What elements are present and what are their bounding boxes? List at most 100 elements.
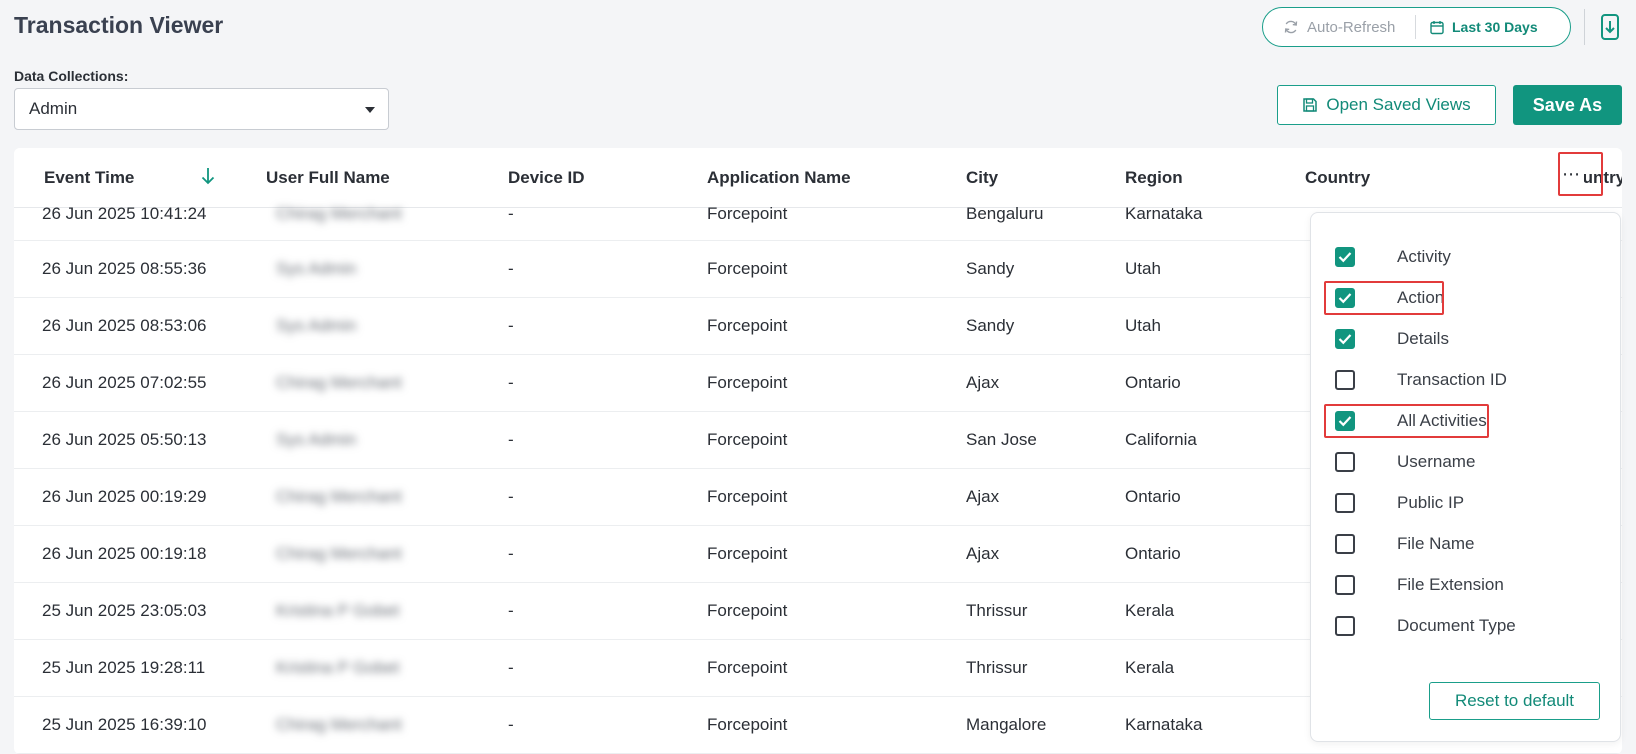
cell-city: Thrissur xyxy=(966,601,1028,620)
cell-event-time: 25 Jun 2025 23:05:03 xyxy=(42,601,207,620)
cell-application-name: Forcepoint xyxy=(707,544,788,563)
export-button[interactable] xyxy=(1598,12,1624,42)
column-option-public-ip[interactable]: Public IP xyxy=(1335,491,1464,515)
data-collections-select[interactable]: Admin xyxy=(14,88,389,130)
cell-event-time: 25 Jun 2025 16:39:10 xyxy=(42,715,207,734)
cell-application-name: Forcepoint xyxy=(707,259,788,278)
cell-device-id: - xyxy=(508,544,514,563)
cell-application-name: Forcepoint xyxy=(707,658,788,677)
highlight-box-column-options xyxy=(1558,152,1603,196)
data-collections-label: Data Collections: xyxy=(14,68,129,84)
column-header-region[interactable]: Region xyxy=(1125,168,1183,188)
checkbox[interactable] xyxy=(1335,493,1355,513)
cell-application-name: Forcepoint xyxy=(707,430,788,449)
column-option-label: File Extension xyxy=(1397,575,1504,594)
cell-user-name: Kristina P Gobet xyxy=(276,658,400,677)
column-header-city[interactable]: City xyxy=(966,168,998,188)
cell-device-id: - xyxy=(508,373,514,392)
cell-application-name: Forcepoint xyxy=(707,373,788,392)
checkbox[interactable] xyxy=(1335,370,1355,390)
cell-region: Ontario xyxy=(1125,373,1181,392)
caret-down-icon xyxy=(365,107,375,113)
cell-event-time: 26 Jun 2025 05:50:13 xyxy=(42,430,207,449)
cell-event-time: 26 Jun 2025 00:19:18 xyxy=(42,544,207,563)
cell-city: Ajax xyxy=(966,487,1000,506)
cell-city: Mangalore xyxy=(966,715,1047,734)
save-as-button[interactable]: Save As xyxy=(1513,85,1622,125)
column-option-label: Public IP xyxy=(1397,493,1465,512)
checkbox[interactable] xyxy=(1335,575,1355,595)
column-header-country[interactable]: Country xyxy=(1305,168,1370,188)
cell-city: Sandy xyxy=(966,259,1015,278)
cell-city: Ajax xyxy=(966,544,1000,563)
arrow-down-icon[interactable] xyxy=(200,166,216,186)
column-option-label: Document Type xyxy=(1397,616,1516,635)
cell-user-name: Sys Admin xyxy=(276,259,357,278)
checkbox[interactable] xyxy=(1335,247,1355,267)
column-option-username[interactable]: Username xyxy=(1335,450,1475,474)
reset-to-default-button[interactable]: Reset to default xyxy=(1429,682,1600,720)
cell-city: San Jose xyxy=(966,430,1037,449)
open-saved-views-label: Open Saved Views xyxy=(1326,95,1471,114)
export-download-icon xyxy=(1601,14,1619,40)
cell-user-name: Kristina P Gobet xyxy=(276,601,400,620)
header-divider xyxy=(1584,9,1585,45)
checkmark-icon xyxy=(1338,334,1352,345)
cell-region: Ontario xyxy=(1125,544,1181,563)
column-option-file-extension[interactable]: File Extension xyxy=(1335,573,1504,597)
cell-application-name: Forcepoint xyxy=(707,487,788,506)
cell-device-id: - xyxy=(508,316,514,335)
checkbox[interactable] xyxy=(1335,616,1355,636)
cell-application-name: Forcepoint xyxy=(707,316,788,335)
column-option-document-type[interactable]: Document Type xyxy=(1335,614,1516,638)
date-range-picker[interactable]: Last 30 Days xyxy=(1416,8,1538,46)
column-header-event-time[interactable]: Event Time xyxy=(44,168,134,188)
cell-region: Karnataka xyxy=(1125,715,1203,734)
column-option-label: Username xyxy=(1397,452,1476,471)
cell-device-id: - xyxy=(508,715,514,734)
cell-region: Kerala xyxy=(1125,658,1175,677)
cell-event-time: 26 Jun 2025 10:41:24 xyxy=(42,204,207,223)
checkbox[interactable] xyxy=(1335,329,1355,349)
cell-city: Ajax xyxy=(966,373,1000,392)
cell-city: Thrissur xyxy=(966,658,1028,677)
cell-user-name: Chirag Merchant xyxy=(276,544,402,563)
column-option-label: Activity xyxy=(1397,247,1451,266)
cell-event-time: 25 Jun 2025 19:28:11 xyxy=(42,658,206,677)
highlight-box-action xyxy=(1324,281,1444,315)
cell-device-id: - xyxy=(508,259,514,278)
column-header-user-full-name[interactable]: User Full Name xyxy=(266,168,390,188)
cell-user-name: Chirag Merchant xyxy=(276,487,402,506)
table-header: Event Time User Full Name Device ID Appl… xyxy=(14,148,1622,208)
auto-refresh-toggle[interactable]: Auto-Refresh xyxy=(1263,8,1415,46)
column-option-activity[interactable]: Activity xyxy=(1335,245,1451,269)
cell-city: Sandy xyxy=(966,316,1015,335)
cell-region: Ontario xyxy=(1125,487,1181,506)
floppy-disk-icon xyxy=(1303,98,1318,112)
column-option-label: File Name xyxy=(1397,534,1475,553)
cell-event-time: 26 Jun 2025 08:53:06 xyxy=(42,316,207,335)
column-chooser-panel: Activity Action Details Transaction ID A… xyxy=(1310,212,1621,742)
cell-region: Utah xyxy=(1125,259,1161,278)
cell-region: Utah xyxy=(1125,316,1161,335)
column-header-application-name[interactable]: Application Name xyxy=(707,168,851,188)
column-option-file-name[interactable]: File Name xyxy=(1335,532,1474,556)
cell-user-name: Chirag Merchant xyxy=(276,715,402,734)
cell-application-name: Forcepoint xyxy=(707,601,788,620)
cell-region: Karnataka xyxy=(1125,204,1203,223)
cell-device-id: - xyxy=(508,601,514,620)
cell-device-id: - xyxy=(508,658,514,677)
checkbox[interactable] xyxy=(1335,534,1355,554)
cell-user-name: Sys Admin xyxy=(276,430,357,449)
checkbox[interactable] xyxy=(1335,452,1355,472)
cell-region: California xyxy=(1125,430,1197,449)
cell-device-id: - xyxy=(508,430,514,449)
column-header-device-id[interactable]: Device ID xyxy=(508,168,585,188)
data-collections-value: Admin xyxy=(29,99,78,118)
cell-user-name: Sys Admin xyxy=(276,316,357,335)
column-option-transaction-id[interactable]: Transaction ID xyxy=(1335,368,1507,392)
auto-refresh-label: Auto-Refresh xyxy=(1307,18,1396,36)
open-saved-views-button[interactable]: Open Saved Views xyxy=(1277,85,1496,125)
cell-device-id: - xyxy=(508,204,514,223)
column-option-details[interactable]: Details xyxy=(1335,327,1449,351)
